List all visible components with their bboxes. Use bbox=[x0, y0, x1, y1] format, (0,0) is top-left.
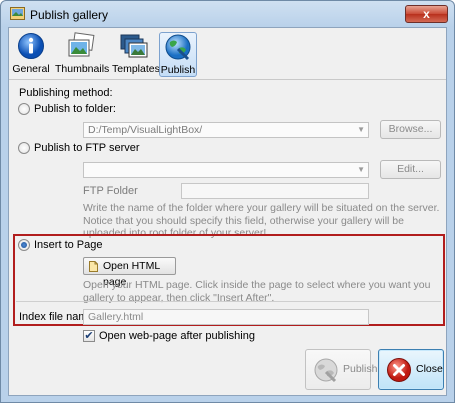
folder-path-combo[interactable]: D:/Temp/VisualLightBox/ ▼ bbox=[83, 122, 369, 138]
section-toolbar: General Thumbnails Templates Publish bbox=[9, 28, 446, 80]
close-button[interactable]: Close bbox=[378, 349, 444, 390]
publish-to-folder-radio[interactable] bbox=[18, 103, 30, 115]
publish-gallery-dialog: Publish gallery x General Thumbnails Tem… bbox=[0, 0, 455, 403]
templates-icon bbox=[120, 34, 148, 58]
open-after-publishing-checkbox[interactable]: ✔ bbox=[83, 330, 95, 342]
insert-to-page-label: Insert to Page bbox=[34, 239, 103, 251]
insert-to-page-radio[interactable] bbox=[18, 239, 30, 251]
tab-general-label: General bbox=[12, 63, 50, 75]
browse-button[interactable]: Browse... bbox=[380, 120, 441, 139]
publish-button[interactable]: Publish bbox=[305, 349, 377, 390]
chevron-down-icon: ▼ bbox=[357, 125, 365, 134]
close-button-label: Close bbox=[416, 363, 443, 375]
ftp-folder-input[interactable] bbox=[181, 183, 369, 199]
tab-publish[interactable]: Publish bbox=[159, 32, 197, 77]
publish-to-ftp-label: Publish to FTP server bbox=[34, 142, 140, 154]
open-after-publishing-label: Open web-page after publishing bbox=[99, 330, 255, 342]
toolbar-divider bbox=[9, 79, 446, 80]
dialog-client-area: General Thumbnails Templates Publish Pub… bbox=[8, 27, 447, 396]
publish-button-label: Publish bbox=[343, 363, 378, 375]
title-bar[interactable]: Publish gallery x bbox=[1, 1, 454, 27]
tab-publish-label: Publish bbox=[160, 64, 196, 76]
tab-templates[interactable]: Templates bbox=[112, 32, 160, 77]
ftp-folder-label: FTP Folder bbox=[83, 185, 138, 197]
index-file-name-input[interactable]: Gallery.html bbox=[83, 309, 369, 325]
chevron-down-icon: ▼ bbox=[357, 165, 365, 174]
info-icon bbox=[18, 33, 44, 59]
photos-icon bbox=[68, 32, 95, 57]
tab-general[interactable]: General bbox=[12, 32, 50, 77]
tab-thumbnails[interactable]: Thumbnails bbox=[55, 32, 110, 77]
ftp-server-combo[interactable]: ▼ bbox=[83, 162, 369, 178]
globe-publish-icon bbox=[165, 34, 191, 61]
tab-thumbnails-label: Thumbnails bbox=[55, 63, 110, 75]
window-title: Publish gallery bbox=[30, 8, 109, 22]
publishing-method-label: Publishing method: bbox=[19, 87, 113, 99]
close-icon bbox=[387, 358, 411, 382]
globe-publish-icon bbox=[314, 358, 338, 383]
html-file-icon bbox=[89, 261, 98, 272]
publish-to-ftp-radio[interactable] bbox=[18, 142, 30, 154]
window-close-button[interactable]: x bbox=[405, 5, 448, 23]
open-html-page-button[interactable]: Open HTML page bbox=[83, 257, 176, 288]
tab-templates-label: Templates bbox=[112, 63, 160, 75]
index-file-divider bbox=[16, 301, 441, 302]
edit-ftp-button[interactable]: Edit... bbox=[380, 160, 441, 179]
gallery-app-icon bbox=[10, 7, 25, 20]
folder-path-value: D:/Temp/VisualLightBox/ bbox=[88, 124, 203, 136]
publish-to-folder-label: Publish to folder: bbox=[34, 103, 116, 115]
